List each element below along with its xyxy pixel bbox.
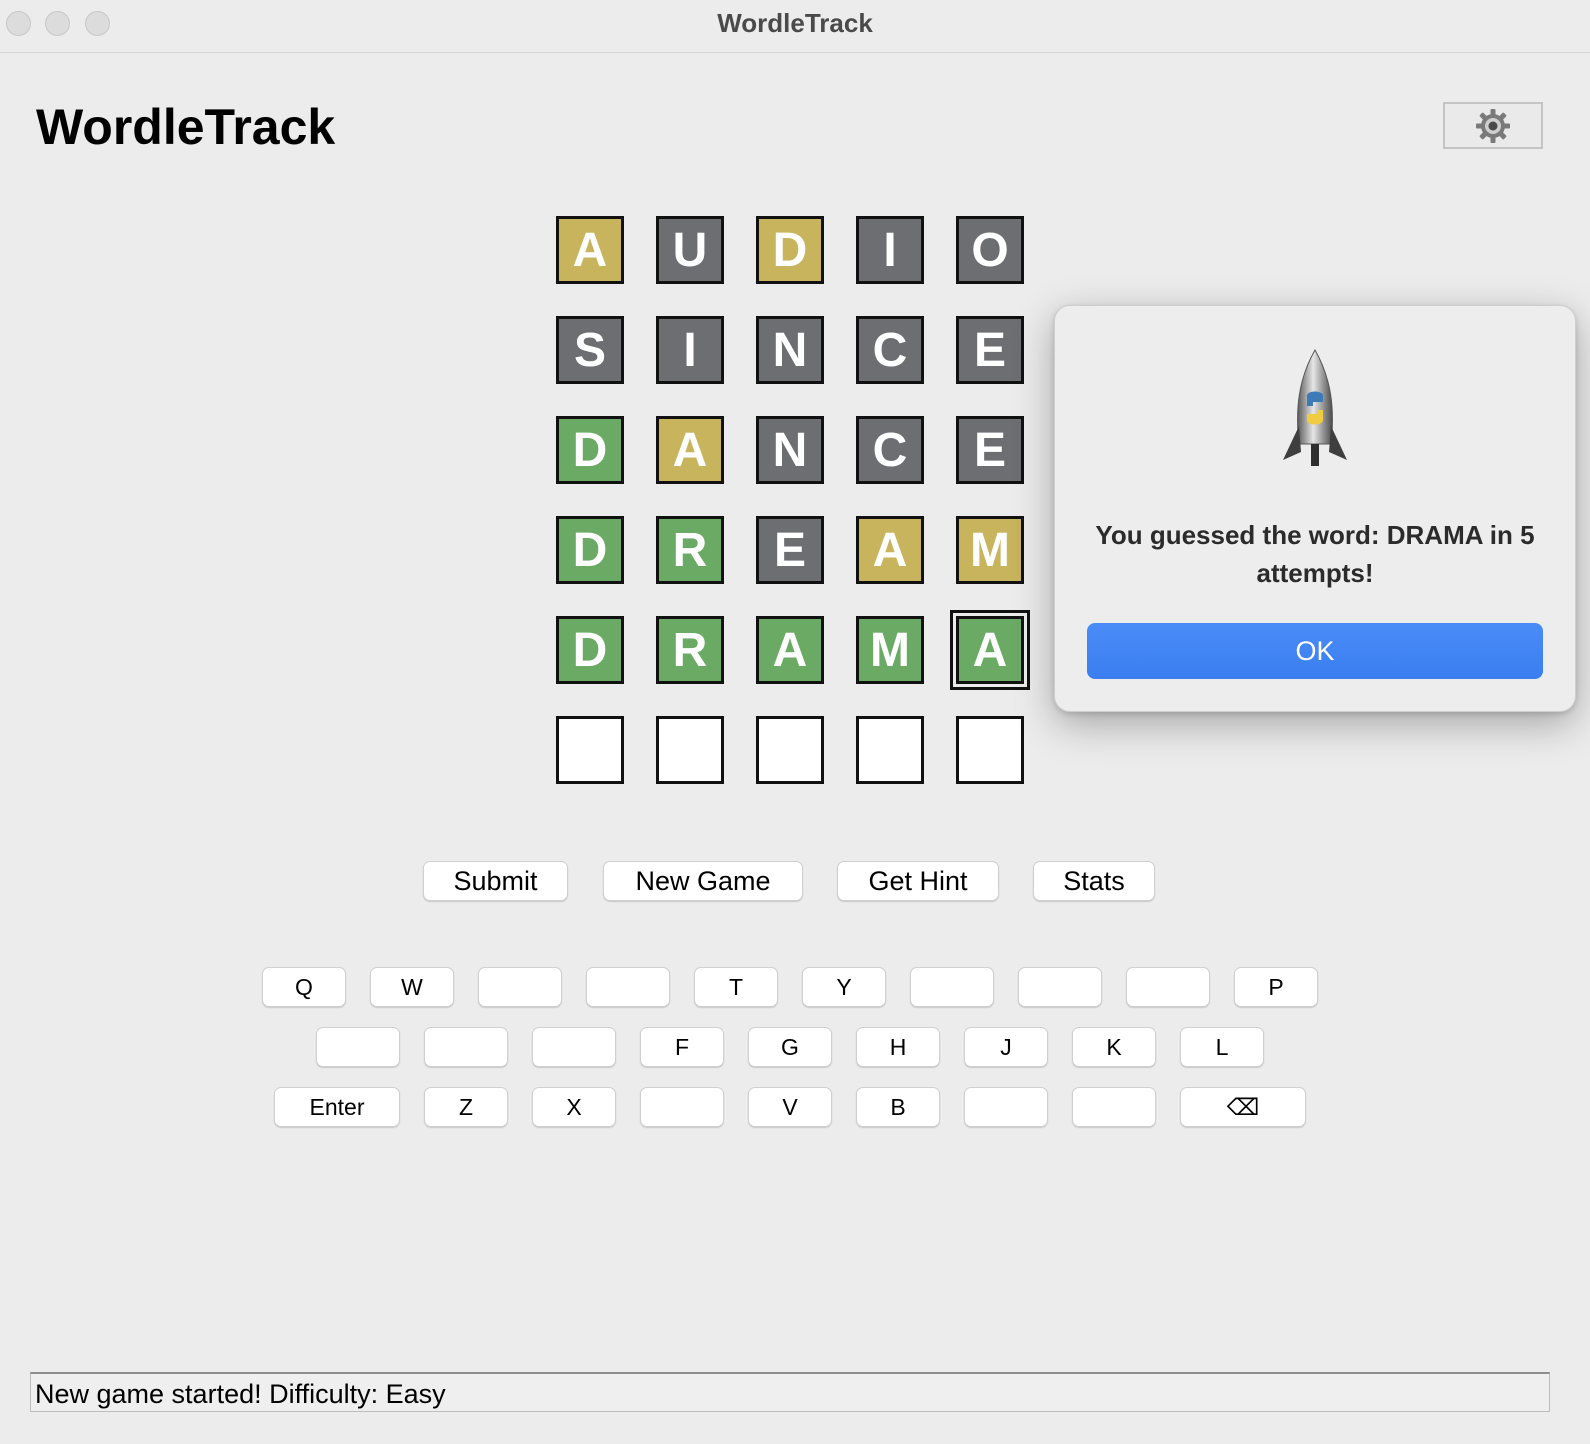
blank-key[interactable] [586, 967, 670, 1007]
letter-tile: E [956, 316, 1024, 384]
letter-tile: R [656, 516, 724, 584]
stats-button[interactable]: Stats [1033, 861, 1155, 901]
window-titlebar: WordleTrack [0, 0, 1590, 53]
letter-tile: E [756, 516, 824, 584]
blank-key[interactable] [1018, 967, 1102, 1007]
board-row: DREAM [556, 516, 1024, 584]
key-l[interactable]: L [1180, 1027, 1264, 1067]
window-title: WordleTrack [717, 8, 873, 38]
letter-tile: A [950, 610, 1030, 690]
dialog-message: You guessed the word: DRAMA in 5 attempt… [1095, 520, 1535, 588]
letter-tile: A [556, 216, 624, 284]
letter-tile: D [556, 416, 624, 484]
letter-tile: D [556, 516, 624, 584]
letter-tile: I [856, 216, 924, 284]
action-bar: Submit New Game Get Hint Stats [0, 861, 1590, 903]
letter-tile: E [956, 416, 1024, 484]
key-z[interactable]: Z [424, 1087, 508, 1127]
letter-tile: M [956, 516, 1024, 584]
blank-key[interactable] [640, 1087, 724, 1127]
key-w[interactable]: W [370, 967, 454, 1007]
game-board: AUDIOSINCEDANCEDREAMDRAMA [556, 216, 1030, 816]
letter-tile [856, 716, 924, 784]
board-row: AUDIO [556, 216, 1024, 284]
key-x[interactable]: X [532, 1087, 616, 1127]
letter-tile: N [756, 416, 824, 484]
blank-key[interactable] [910, 967, 994, 1007]
key-y[interactable]: Y [802, 967, 886, 1007]
letter-tile: I [656, 316, 724, 384]
letter-tile [956, 716, 1024, 784]
letter-tile: C [856, 416, 924, 484]
board-row: DANCE [556, 416, 1024, 484]
key-j[interactable]: J [964, 1027, 1048, 1067]
blank-key[interactable] [316, 1027, 400, 1067]
key-p[interactable]: P [1234, 967, 1318, 1007]
key-t[interactable]: T [694, 967, 778, 1007]
key-v[interactable]: V [748, 1087, 832, 1127]
blank-key[interactable] [424, 1027, 508, 1067]
letter-tile: D [756, 216, 824, 284]
status-bar: New game started! Difficulty: Easy [30, 1372, 1550, 1412]
backspace-key[interactable]: ⌫ [1180, 1087, 1306, 1127]
letter-tile: A [656, 416, 724, 484]
key-h[interactable]: H [856, 1027, 940, 1067]
win-dialog: You guessed the word: DRAMA in 5 attempt… [1054, 305, 1576, 712]
letter-tile [656, 716, 724, 784]
python-launcher-rocket-icon [1277, 348, 1353, 479]
letter-tile: R [656, 616, 724, 684]
key-b[interactable]: B [856, 1087, 940, 1127]
key-q[interactable]: Q [262, 967, 346, 1007]
key-k[interactable]: K [1072, 1027, 1156, 1067]
letter-tile: N [756, 316, 824, 384]
blank-key[interactable] [1126, 967, 1210, 1007]
letter-tile [756, 716, 824, 784]
letter-tile: A [856, 516, 924, 584]
blank-key[interactable] [532, 1027, 616, 1067]
enter-key[interactable]: Enter [274, 1087, 400, 1127]
ok-button[interactable]: OK [1087, 623, 1543, 679]
letter-tile: U [656, 216, 724, 284]
new-game-button[interactable]: New Game [603, 861, 803, 901]
board-row [556, 716, 1024, 784]
blank-key[interactable] [1072, 1087, 1156, 1127]
gear-icon [1476, 108, 1510, 143]
letter-tile: O [956, 216, 1024, 284]
board-row: SINCE [556, 316, 1024, 384]
letter-tile [556, 716, 624, 784]
settings-button[interactable] [1443, 102, 1543, 149]
blank-key[interactable] [478, 967, 562, 1007]
key-f[interactable]: F [640, 1027, 724, 1067]
get-hint-button[interactable]: Get Hint [837, 861, 999, 901]
key-g[interactable]: G [748, 1027, 832, 1067]
letter-tile: M [856, 616, 924, 684]
board-row: DRAMA [556, 610, 1030, 690]
letter-tile: C [856, 316, 924, 384]
letter-tile: A [756, 616, 824, 684]
app-title: WordleTrack [36, 99, 336, 155]
letter-tile: D [556, 616, 624, 684]
letter-tile: S [556, 316, 624, 384]
submit-button[interactable]: Submit [423, 861, 568, 901]
blank-key[interactable] [964, 1087, 1048, 1127]
